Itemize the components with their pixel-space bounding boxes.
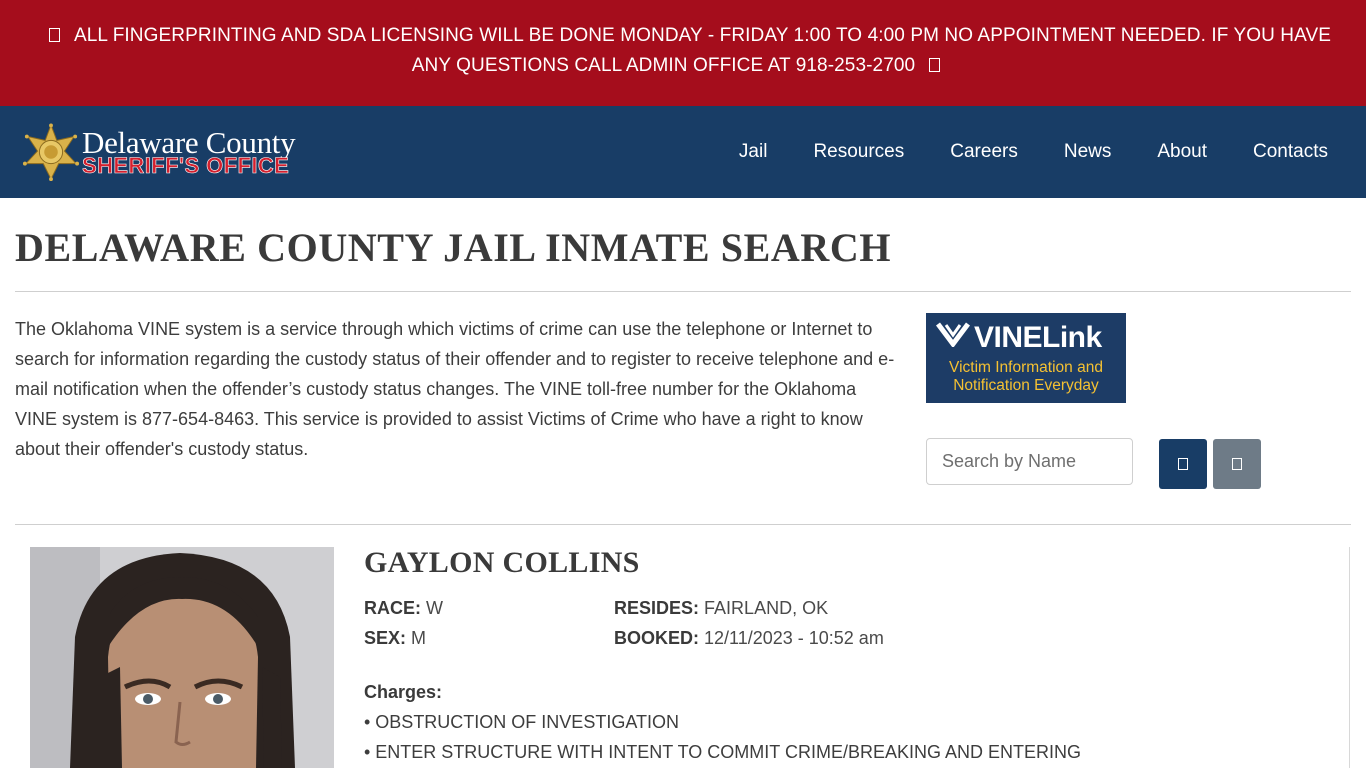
vinelink-logo[interactable]: VINELink Victim Information and Notifica…	[926, 313, 1126, 403]
inmate-photo[interactable]	[30, 547, 334, 768]
booked-value: 12/11/2023 - 10:52 am	[704, 628, 884, 648]
booked-label: BOOKED:	[614, 628, 699, 648]
vinelink-brand-text: VINELink	[974, 321, 1102, 354]
clear-icon	[1232, 458, 1242, 470]
main-nav: Jail Resources Careers News About Contac…	[693, 106, 1328, 198]
vinelink-tagline-2: Notification Everyday	[953, 377, 1099, 394]
nav-resources[interactable]: Resources	[813, 141, 904, 163]
race-value: W	[426, 598, 444, 618]
search-button[interactable]	[1159, 439, 1207, 489]
vinelink-tagline-1: Victim Information and	[949, 359, 1103, 376]
inmate-name: GAYLON COLLINS	[364, 546, 640, 579]
charge-item: • OBSTRUCTION OF INVESTIGATION	[364, 712, 679, 732]
inmate-resides: RESIDES: FAIRLAND, OK	[614, 593, 828, 623]
card-border	[1349, 547, 1350, 768]
nav-contacts[interactable]: Contacts	[1253, 141, 1328, 163]
sex-label: SEX:	[364, 628, 407, 648]
alert-banner: ALL FINGERPRINTING AND SDA LICENSING WIL…	[0, 0, 1366, 106]
inmate-booked: BOOKED: 12/11/2023 - 10:52 am	[614, 623, 884, 653]
resides-label: RESIDES:	[614, 598, 700, 618]
vine-intro-text: The Oklahoma VINE system is a service th…	[15, 319, 895, 459]
vinelink-brand: VINELink	[936, 321, 1102, 355]
sex-value: M	[411, 628, 427, 648]
clear-search-button[interactable]	[1213, 439, 1261, 489]
nav-about[interactable]: About	[1157, 141, 1207, 163]
mugshot-image	[30, 547, 334, 768]
site-logo[interactable]: Delaware County SHERIFF'S OFFICE	[22, 120, 322, 184]
site-header: Delaware County SHERIFF'S OFFICE Jail Re…	[0, 106, 1366, 198]
nav-news[interactable]: News	[1064, 141, 1112, 163]
inmate-race: RACE: W	[364, 593, 443, 623]
nav-careers[interactable]: Careers	[950, 141, 1018, 163]
search-icon	[1178, 458, 1188, 470]
vinelink-tagline: Victim Information and Notification Ever…	[926, 359, 1126, 395]
alert-icon-left	[48, 28, 60, 42]
vine-v-icon	[936, 322, 970, 347]
charges-label: Charges:	[364, 682, 443, 702]
page-title: DELAWARE COUNTY JAIL INMATE SEARCH	[15, 225, 892, 270]
charge-item: • ENTER STRUCTURE WITH INTENT TO COMMIT …	[364, 742, 1082, 762]
search-by-name-input[interactable]	[926, 438, 1133, 485]
resides-value: FAIRLAND, OK	[704, 598, 829, 618]
divider	[15, 291, 1351, 292]
nav-jail[interactable]: Jail	[739, 141, 768, 163]
race-label: RACE:	[364, 598, 421, 618]
inmate-sex: SEX: M	[364, 623, 426, 653]
alert-icon-right	[929, 58, 941, 72]
alert-message: ALL FINGERPRINTING AND SDA LICENSING WIL…	[18, 21, 1348, 81]
logo-subtitle: SHERIFF'S OFFICE	[82, 153, 290, 178]
alert-text: ALL FINGERPRINTING AND SDA LICENSING WIL…	[73, 25, 1332, 76]
divider	[15, 524, 1351, 525]
sheriff-star-badge-icon	[22, 123, 80, 181]
